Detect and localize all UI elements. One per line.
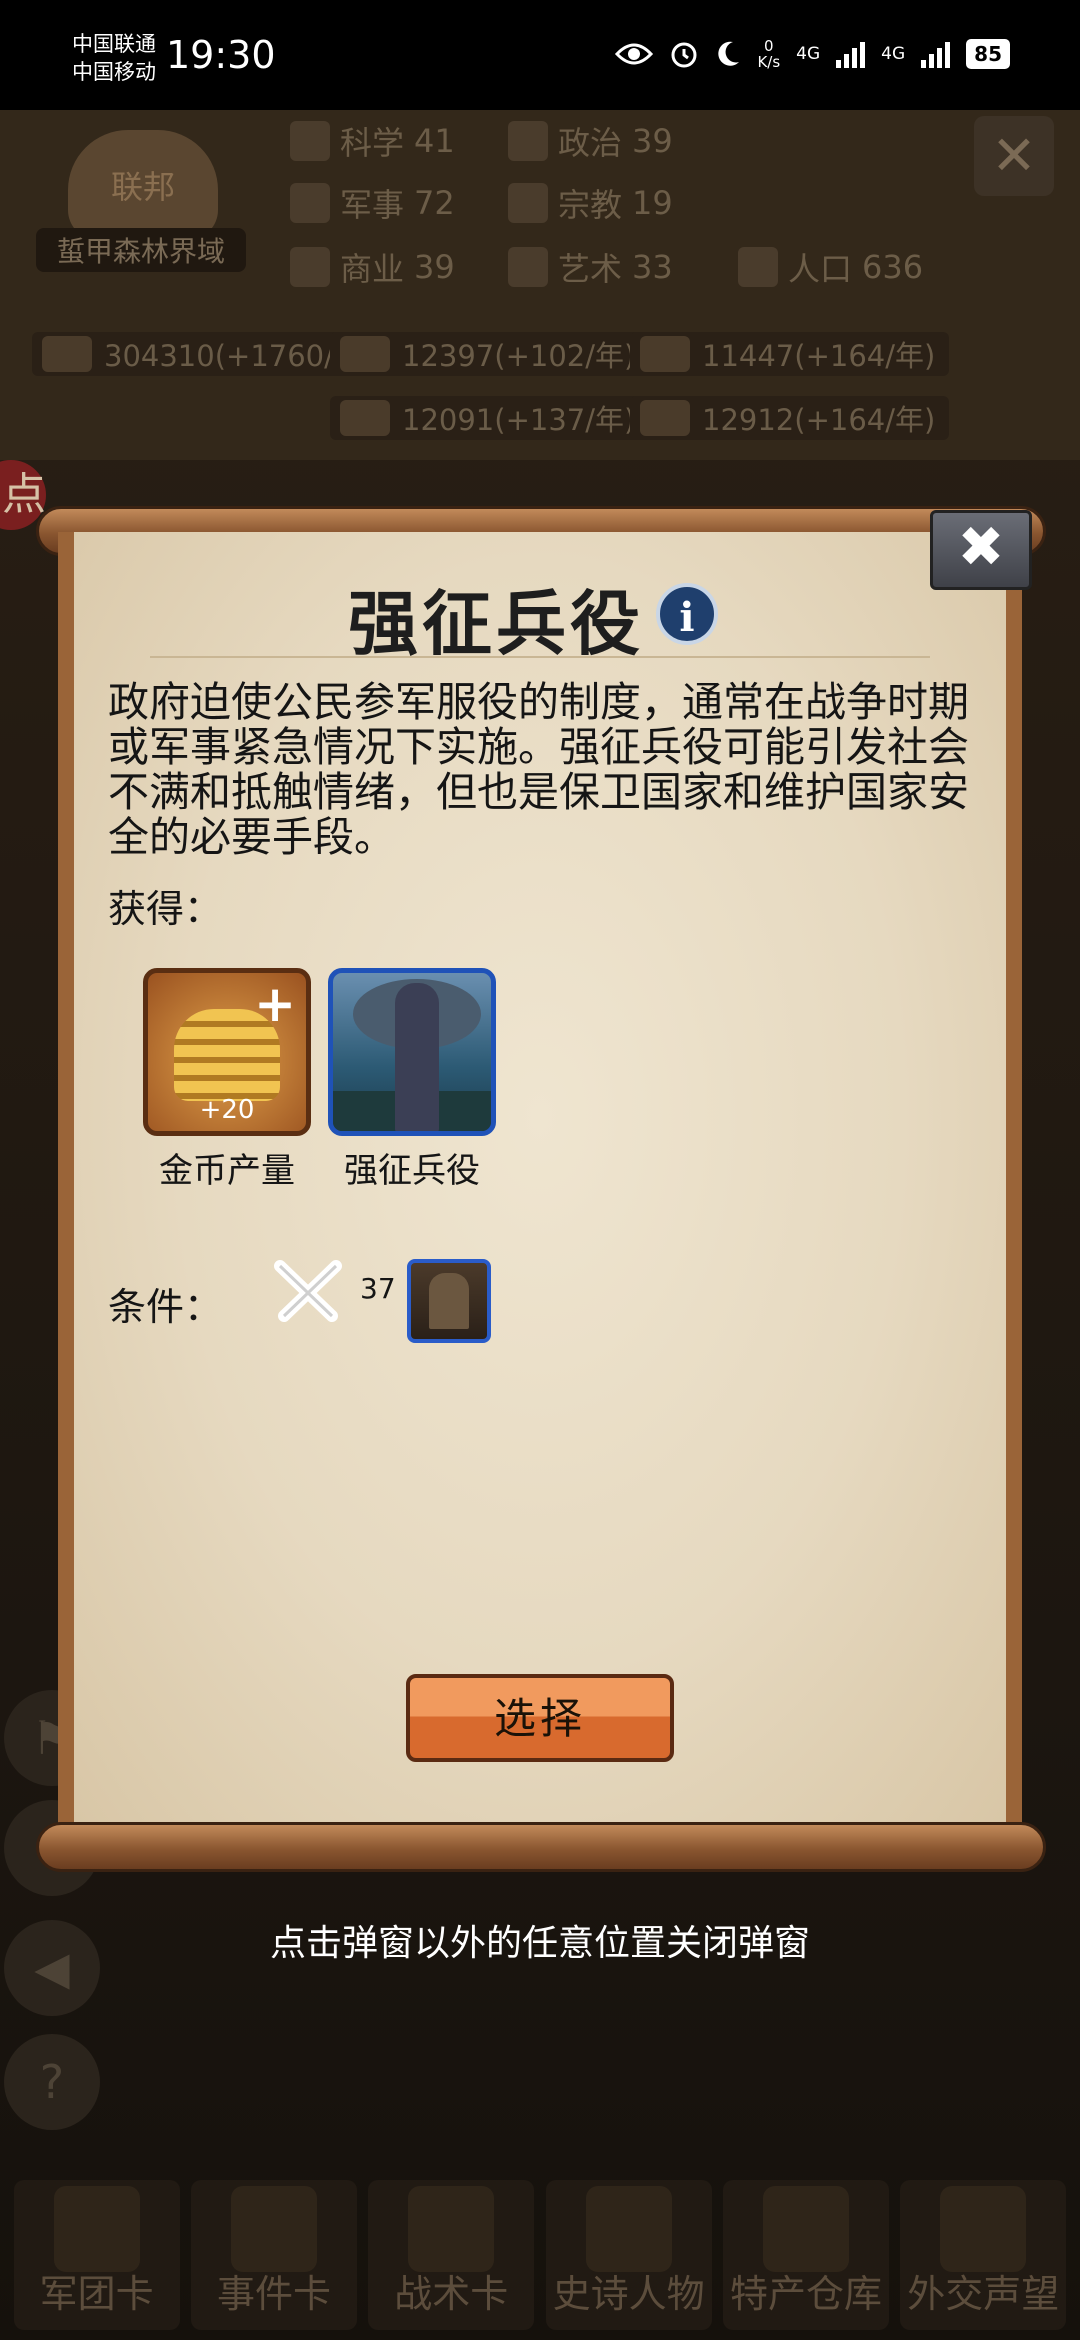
tactic-icon bbox=[408, 2186, 495, 2272]
status-icons: 0 K/s 4G 4G 85 bbox=[615, 38, 1010, 70]
attr-art: 艺术 33 bbox=[508, 244, 673, 290]
nav-event-cards[interactable]: 事件卡 bbox=[190, 2180, 357, 2330]
gold-coins-icon[interactable]: + +20 bbox=[143, 968, 311, 1136]
conscription-card-icon[interactable] bbox=[328, 968, 496, 1136]
eye-icon bbox=[615, 43, 654, 65]
resource-wood: 12397(+102/年) bbox=[330, 332, 650, 376]
nation-emblem: 联邦 bbox=[68, 130, 218, 240]
capitol-icon bbox=[508, 121, 548, 161]
attr-population: 人口 636 bbox=[738, 244, 923, 290]
chest-icon bbox=[762, 2186, 849, 2272]
nav-diplomacy[interactable]: 外交声望 bbox=[900, 2180, 1067, 2330]
moon-icon bbox=[718, 41, 740, 66]
cross-icon bbox=[508, 183, 548, 223]
battery-indicator: 85 bbox=[966, 39, 1010, 69]
dialog-title: 强征兵役 bbox=[348, 583, 644, 665]
attr-politics: 政治 39 bbox=[508, 118, 673, 164]
close-hint: 点击弹窗以外的任意位置关闭弹窗 bbox=[269, 1923, 810, 1964]
envelope-icon bbox=[940, 2186, 1027, 2272]
nav-specialty-warehouse[interactable]: 特产仓库 bbox=[722, 2180, 889, 2330]
network-type-2: 4G bbox=[881, 44, 906, 64]
gold-icon bbox=[42, 336, 92, 372]
scroll-icon bbox=[230, 2186, 317, 2272]
resource-stone: 12091(+137/年) bbox=[330, 396, 650, 440]
plus-icon: + bbox=[254, 975, 296, 1033]
clock: 19:30 bbox=[166, 33, 276, 77]
nav-tactic-cards[interactable]: 战术卡 bbox=[368, 2180, 535, 2330]
help-icon[interactable]: ? bbox=[4, 2034, 100, 2130]
title-divider bbox=[150, 656, 930, 658]
network-speed: 0 K/s bbox=[757, 37, 781, 71]
attr-religion: 宗教 19 bbox=[508, 180, 673, 226]
signal-icon bbox=[836, 40, 866, 68]
bottom-nav: 军团卡 事件卡 战术卡 史诗人物 特产仓库 外交声望 bbox=[0, 2170, 1080, 2340]
resource-iron: 11447(+164/年) bbox=[630, 332, 950, 376]
condition-label: 条件： bbox=[108, 1285, 223, 1329]
alarm-icon bbox=[671, 42, 697, 68]
crossed-swords-icon bbox=[290, 183, 330, 223]
wood-icon bbox=[340, 336, 390, 372]
status-bar: 中国联通 中国移动 19:30 0 K/s 4G 4G 85 bbox=[0, 0, 1080, 110]
condition-card-icon[interactable] bbox=[407, 1259, 491, 1343]
lotus-icon bbox=[508, 247, 548, 287]
close-icon[interactable]: ✕ bbox=[974, 116, 1054, 196]
dialog-close-button[interactable]: ✖ bbox=[930, 510, 1032, 590]
planet-icon bbox=[290, 121, 330, 161]
helmet-icon bbox=[53, 2186, 140, 2272]
scroll-bottom-rod bbox=[36, 1822, 1046, 1872]
crown-icon bbox=[585, 2186, 672, 2272]
resource-food: 12912(+164/年) bbox=[630, 396, 950, 440]
meat-icon bbox=[640, 400, 690, 436]
carrier-1: 中国联通 bbox=[72, 32, 156, 56]
reward-label-gold: 金币产量 bbox=[159, 1151, 295, 1191]
carrier-info: 中国联通 中国移动 bbox=[72, 30, 156, 86]
attr-commerce: 商业 39 bbox=[290, 244, 455, 290]
person-icon bbox=[738, 247, 778, 287]
reward-label-conscription: 强征兵役 bbox=[344, 1151, 480, 1191]
crossed-swords-icon bbox=[274, 1260, 342, 1322]
scale-icon bbox=[290, 247, 330, 287]
attr-military: 军事 72 bbox=[290, 180, 455, 226]
rewards-label: 获得： bbox=[108, 887, 223, 931]
iron-icon bbox=[640, 336, 690, 372]
select-button[interactable]: 选择 bbox=[406, 1674, 674, 1762]
carrier-2: 中国移动 bbox=[72, 60, 156, 84]
signal-icon bbox=[921, 40, 951, 68]
event-description: 政府迫使公民参军服役的制度，通常在战争时期或军事紧急情况下实施。强征兵役可能引发… bbox=[108, 678, 969, 861]
info-icon[interactable]: i bbox=[656, 583, 718, 645]
attr-science: 科学 41 bbox=[290, 118, 455, 164]
stone-icon bbox=[340, 400, 390, 436]
nav-epic-figures[interactable]: 史诗人物 bbox=[545, 2180, 712, 2330]
region-name: 蜇甲森林界域 bbox=[36, 228, 246, 272]
condition-value: 37 bbox=[360, 1272, 396, 1305]
reward-amount: +20 bbox=[199, 1095, 255, 1125]
nav-legion-cards[interactable]: 军团卡 bbox=[13, 2180, 180, 2330]
nation-stats-panel: 联邦 蜇甲森林界域 科学 41 政治 39 军事 72 宗教 19 商业 39 艺术 33 … bbox=[0, 110, 1080, 460]
network-type-1: 4G bbox=[796, 44, 821, 64]
